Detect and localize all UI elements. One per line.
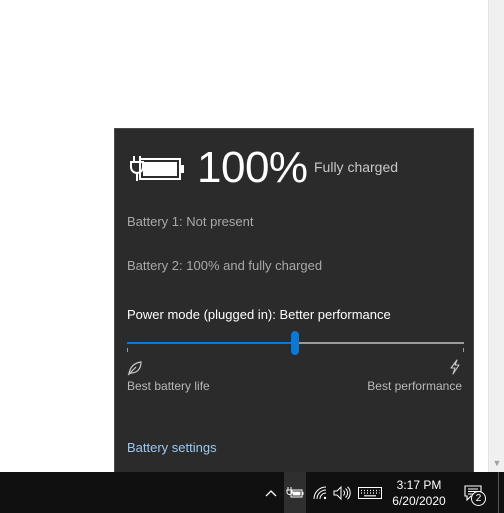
clock-button[interactable]: 3:17 PM 6/20/2020 — [388, 472, 450, 513]
slider-track-empty — [295, 342, 464, 344]
show-desktop-button[interactable] — [498, 472, 504, 513]
scroll-down-icon[interactable]: ▼ — [492, 458, 502, 468]
slider-tick — [463, 348, 464, 352]
charge-status: Fully charged — [314, 159, 399, 175]
slider-track-filled — [127, 342, 295, 344]
slider-tick — [127, 348, 128, 352]
chevron-up-icon — [265, 489, 277, 496]
battery-percentage: 100% — [197, 143, 308, 192]
power-mode-label: Power mode (plugged in): Better performa… — [127, 307, 391, 322]
power-mode-slider[interactable] — [127, 329, 464, 357]
volume-tray-button[interactable] — [332, 472, 352, 513]
best-battery-life-label: Best battery life — [127, 379, 210, 393]
best-performance-label: Best performance — [367, 379, 462, 393]
taskbar: 3:17 PM 6/20/2020 2 — [0, 472, 504, 513]
battery-2-status: Battery 2: 100% and fully charged — [127, 258, 323, 273]
wifi-icon — [313, 486, 327, 499]
battery-1-status: Battery 1: Not present — [127, 214, 254, 229]
taskbar-date: 6/20/2020 — [392, 493, 446, 508]
touch-keyboard-icon — [358, 486, 382, 499]
taskbar-time: 3:17 PM — [396, 477, 442, 492]
leaf-icon — [127, 361, 142, 376]
volume-icon — [333, 485, 351, 500]
window-scrollbar[interactable]: ▼ — [488, 0, 504, 472]
lightning-bolt-icon — [450, 359, 460, 375]
battery-plugged-icon — [130, 156, 184, 181]
show-hidden-icons-button[interactable] — [262, 472, 280, 513]
slider-thumb[interactable] — [291, 331, 299, 355]
touch-keyboard-button[interactable] — [357, 472, 383, 513]
battery-tray-button[interactable] — [284, 472, 306, 513]
notification-count-badge: 2 — [471, 491, 486, 506]
action-center-button[interactable]: 2 — [458, 472, 488, 513]
battery-flyout: 100% Fully charged Battery 1: Not presen… — [114, 128, 474, 472]
network-tray-button[interactable] — [311, 472, 329, 513]
battery-settings-link[interactable]: Battery settings — [127, 440, 217, 455]
battery-plugged-icon — [286, 486, 304, 497]
